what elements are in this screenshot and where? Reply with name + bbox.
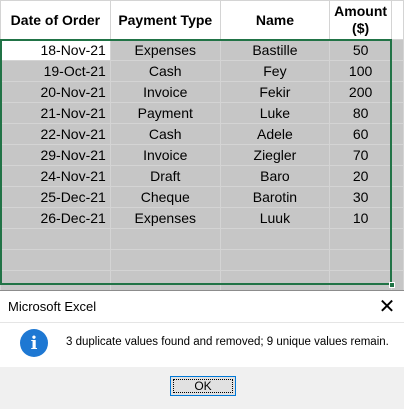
cell-payment-type[interactable]: Expenses [109, 207, 221, 229]
cell-amount[interactable]: 70 [329, 144, 393, 166]
cell-amount[interactable]: 20 [329, 165, 393, 187]
cell-payment-type[interactable]: Cash [109, 123, 221, 145]
close-button[interactable]: ✕ [370, 291, 404, 322]
cell-date[interactable]: 25-Dec-21 [0, 186, 111, 208]
cell-empty[interactable] [109, 249, 221, 271]
data-table: Date of Order Payment Type Name Amount ($… [0, 0, 404, 292]
cell-empty[interactable] [0, 228, 111, 250]
header-date-of-order[interactable]: Date of Order [0, 0, 111, 40]
cell-empty[interactable] [391, 144, 404, 166]
header-amount[interactable]: Amount ($) [329, 0, 393, 40]
cell-amount[interactable]: 10 [329, 207, 393, 229]
cell-empty[interactable] [0, 249, 111, 271]
table-row: 24-Nov-21 Draft Baro 20 [0, 165, 404, 187]
cell-empty[interactable] [219, 228, 331, 250]
table-row: 22-Nov-21 Cash Adele 60 [0, 123, 404, 145]
cell-date[interactable]: 19-Oct-21 [0, 60, 111, 82]
cell-amount[interactable]: 60 [329, 123, 393, 145]
cell-empty[interactable] [391, 228, 404, 250]
cell-payment-type[interactable]: Expenses [109, 39, 221, 61]
cell-payment-type[interactable]: Invoice [109, 144, 221, 166]
cell-empty[interactable] [219, 270, 331, 292]
cell-empty[interactable] [391, 123, 404, 145]
message-dialog: Microsoft Excel ✕ i 3 duplicate values f… [0, 290, 404, 409]
table-row: 18-Nov-21 Expenses Bastille 50 [0, 39, 404, 61]
table-row: 26-Dec-21 Expenses Luuk 10 [0, 207, 404, 229]
empty-row [0, 249, 404, 271]
cell-name[interactable]: Fey [219, 60, 331, 82]
cell-date[interactable]: 18-Nov-21 [0, 39, 111, 61]
cell-empty[interactable] [391, 102, 404, 124]
table-row: 19-Oct-21 Cash Fey 100 [0, 60, 404, 82]
cell-payment-type[interactable]: Payment [109, 102, 221, 124]
cell-empty[interactable] [109, 228, 221, 250]
cell-empty[interactable] [391, 60, 404, 82]
cell-payment-type[interactable]: Invoice [109, 81, 221, 103]
cell-amount[interactable]: 50 [329, 39, 393, 61]
spreadsheet-area: Date of Order Payment Type Name Amount ($… [0, 0, 404, 292]
dialog-titlebar[interactable]: Microsoft Excel ✕ [0, 291, 404, 323]
header-name[interactable]: Name [219, 0, 331, 40]
cell-empty[interactable] [391, 165, 404, 187]
cell-empty[interactable] [391, 186, 404, 208]
cell-date[interactable]: 22-Nov-21 [0, 123, 111, 145]
header-row: Date of Order Payment Type Name Amount ($… [0, 0, 404, 40]
cell-amount[interactable]: 200 [329, 81, 393, 103]
cell-name[interactable]: Luuk [219, 207, 331, 229]
focus-rectangle [173, 379, 233, 393]
cell-date[interactable]: 29-Nov-21 [0, 144, 111, 166]
cell-amount[interactable]: 80 [329, 102, 393, 124]
cell-name[interactable]: Barotin [219, 186, 331, 208]
cell-empty[interactable] [329, 228, 393, 250]
cell-payment-type[interactable]: Cash [109, 60, 221, 82]
cell-empty[interactable] [329, 249, 393, 271]
cell-name[interactable]: Fekir [219, 81, 331, 103]
dialog-footer: OK [0, 367, 404, 409]
empty-row [0, 228, 404, 250]
table-row: 25-Dec-21 Cheque Barotin 30 [0, 186, 404, 208]
cell-name[interactable]: Ziegler [219, 144, 331, 166]
cell-payment-type[interactable]: Draft [109, 165, 221, 187]
dialog-title: Microsoft Excel [8, 299, 97, 314]
cell-name[interactable]: Bastille [219, 39, 331, 61]
cell-date[interactable]: 26-Dec-21 [0, 207, 111, 229]
cell-empty[interactable] [391, 207, 404, 229]
info-icon: i [20, 329, 48, 357]
cell-name[interactable]: Baro [219, 165, 331, 187]
cell-empty[interactable] [0, 270, 111, 292]
close-icon: ✕ [378, 296, 396, 318]
fill-handle[interactable] [389, 282, 395, 288]
table-row: 20-Nov-21 Invoice Fekir 200 [0, 81, 404, 103]
cell-empty[interactable] [391, 249, 404, 271]
cell-empty[interactable] [391, 39, 404, 61]
cell-date[interactable]: 21-Nov-21 [0, 102, 111, 124]
header-empty[interactable] [391, 0, 404, 40]
table-row: 29-Nov-21 Invoice Ziegler 70 [0, 144, 404, 166]
cell-empty[interactable] [109, 270, 221, 292]
cell-amount[interactable]: 100 [329, 60, 393, 82]
cell-empty[interactable] [219, 249, 331, 271]
cell-empty[interactable] [391, 270, 404, 292]
cell-name[interactable]: Adele [219, 123, 331, 145]
header-payment-type[interactable]: Payment Type [109, 0, 221, 40]
cell-date[interactable]: 20-Nov-21 [0, 81, 111, 103]
ok-button[interactable]: OK [170, 376, 236, 396]
cell-name[interactable]: Luke [219, 102, 331, 124]
table-row: 21-Nov-21 Payment Luke 80 [0, 102, 404, 124]
empty-row [0, 270, 404, 292]
cell-amount[interactable]: 30 [329, 186, 393, 208]
dialog-message: 3 duplicate values found and removed; 9 … [66, 336, 389, 348]
cell-date[interactable]: 24-Nov-21 [0, 165, 111, 187]
cell-empty[interactable] [329, 270, 393, 292]
cell-payment-type[interactable]: Cheque [109, 186, 221, 208]
cell-empty[interactable] [391, 81, 404, 103]
